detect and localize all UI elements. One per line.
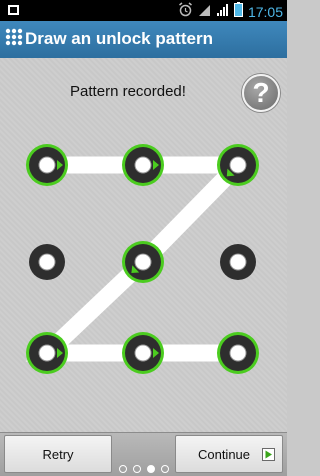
pattern-grid[interactable] bbox=[0, 58, 287, 432]
page-dot bbox=[160, 465, 169, 473]
wifi-icon bbox=[198, 3, 211, 22]
status-time: 17:05 bbox=[247, 4, 283, 20]
page-title: Draw an unlock pattern bbox=[25, 29, 213, 48]
page-dot bbox=[146, 465, 155, 473]
pattern-dot-5[interactable] bbox=[122, 241, 164, 283]
arrow-right-icon bbox=[262, 448, 275, 464]
signal-icon bbox=[216, 3, 229, 22]
title-bar: Draw an unlock pattern bbox=[0, 21, 287, 59]
pattern-dot-2[interactable] bbox=[122, 144, 164, 186]
page-indicator bbox=[0, 465, 287, 473]
pattern-dot-7[interactable] bbox=[26, 332, 68, 374]
status-bar: 17:05 bbox=[0, 0, 287, 21]
pattern-dot-1[interactable] bbox=[26, 144, 68, 186]
pattern-grid-icon bbox=[5, 28, 23, 51]
android-debug-icon bbox=[6, 3, 21, 22]
pattern-dot-9[interactable] bbox=[217, 332, 259, 374]
pattern-dot-3[interactable] bbox=[217, 144, 259, 186]
pattern-dot-8[interactable] bbox=[122, 332, 164, 374]
battery-icon bbox=[233, 2, 243, 22]
pattern-dot-6[interactable] bbox=[217, 241, 259, 283]
page-dot bbox=[118, 465, 127, 473]
retry-label: Retry bbox=[42, 446, 74, 462]
page-dot bbox=[132, 465, 141, 473]
continue-label: Continue bbox=[197, 446, 251, 462]
pattern-dot-4[interactable] bbox=[26, 241, 68, 283]
alarm-clock-icon bbox=[178, 2, 193, 22]
